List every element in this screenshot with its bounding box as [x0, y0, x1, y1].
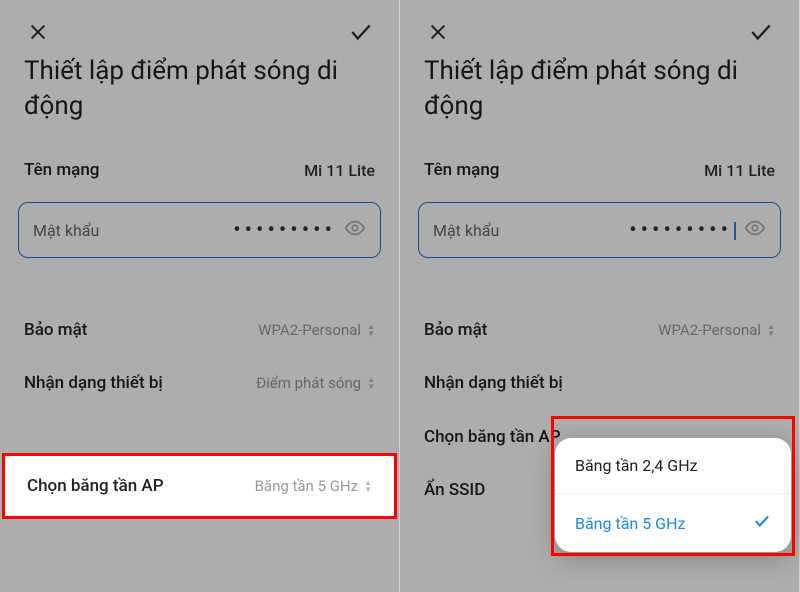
network-name-value: Mi 11 Lite	[304, 161, 375, 180]
eye-icon[interactable]	[744, 217, 766, 243]
hide-ssid-row[interactable]: Ẩn SSID Tắt ▲▼	[0, 476, 399, 528]
device-id-row[interactable]: Nhận dạng thiết bị	[400, 356, 799, 410]
screen-right: Thiết lập điểm phát sóng di động Tên mạn…	[400, 0, 800, 592]
network-name-value: Mi 11 Lite	[704, 161, 775, 180]
security-row[interactable]: Bảo mật WPA2-Personal ▲▼	[0, 304, 399, 356]
network-name-label: Tên mạng	[24, 160, 99, 180]
password-label: Mật khẩu	[33, 221, 99, 240]
page-title: Thiết lập điểm phát sóng di động	[400, 54, 799, 144]
chevron-sort-icon: ▲▼	[367, 376, 375, 390]
text-cursor	[734, 222, 736, 240]
network-name-label: Tên mạng	[424, 160, 499, 180]
ap-band-popup: Băng tần 2,4 GHz Băng tần 5 GHz	[555, 438, 791, 552]
hide-ssid-label: Ẩn SSID	[424, 480, 485, 500]
popup-option-label: Băng tần 2,4 GHz	[575, 456, 698, 475]
page-title: Thiết lập điểm phát sóng di động	[0, 54, 399, 144]
security-value: WPA2-Personal ▲▼	[258, 321, 375, 339]
check-icon	[753, 512, 771, 534]
screen-left: Thiết lập điểm phát sóng di động Tên mạn…	[0, 0, 400, 592]
chevron-sort-icon: ▲▼	[767, 323, 775, 337]
chevron-sort-icon: ▲▼	[367, 495, 375, 509]
popup-option-24ghz[interactable]: Băng tần 2,4 GHz	[555, 438, 791, 493]
chevron-sort-icon: ▲▼	[367, 323, 375, 337]
security-label: Bảo mật	[24, 320, 87, 340]
close-icon[interactable]	[24, 18, 52, 46]
device-id-label: Nhận dạng thiết bị	[424, 372, 563, 394]
network-name-row[interactable]: Tên mạng Mi 11 Lite	[400, 144, 799, 196]
popup-option-label: Băng tần 5 GHz	[575, 514, 685, 533]
hide-ssid-label: Ẩn SSID	[24, 492, 85, 512]
password-input[interactable]: Mật khẩu •••••••••	[418, 202, 781, 258]
eye-icon[interactable]	[344, 217, 366, 243]
ap-band-label: Chọn băng tần AP	[424, 426, 561, 448]
security-value: WPA2-Personal ▲▼	[658, 321, 775, 339]
confirm-icon[interactable]	[747, 18, 775, 46]
network-name-row[interactable]: Tên mạng Mi 11 Lite	[0, 144, 399, 196]
password-dots: •••••••••	[233, 218, 336, 243]
device-id-row[interactable]: Nhận dạng thiết bị Điểm phát sóng ▲▼	[0, 356, 399, 410]
password-dots: •••••••••	[629, 218, 736, 243]
password-label: Mật khẩu	[433, 221, 499, 240]
security-row[interactable]: Bảo mật WPA2-Personal ▲▼	[400, 304, 799, 356]
device-id-value: Điểm phát sóng ▲▼	[256, 374, 375, 392]
confirm-icon[interactable]	[347, 18, 375, 46]
device-id-label: Nhận dạng thiết bị	[24, 372, 163, 394]
password-input[interactable]: Mật khẩu •••••••••	[18, 202, 381, 258]
security-label: Bảo mật	[424, 320, 487, 340]
popup-option-5ghz[interactable]: Băng tần 5 GHz	[555, 493, 791, 552]
hide-ssid-value: Tắt ▲▼	[340, 493, 375, 511]
close-icon[interactable]	[424, 18, 452, 46]
